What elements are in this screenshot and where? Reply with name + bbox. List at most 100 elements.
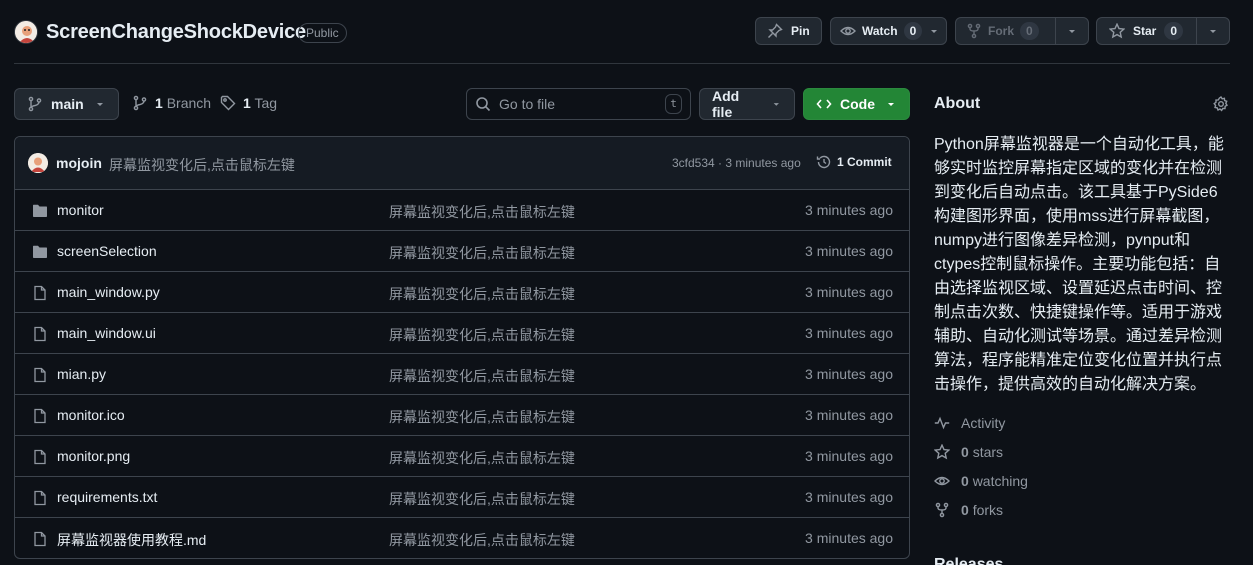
latest-commit-bar: mojoin 屏幕监视变化后,点击鼠标左键 3cfd534 · 3 minute…	[15, 137, 909, 190]
branches-link[interactable]: 1 Branch	[132, 95, 211, 111]
file-icon	[34, 531, 46, 547]
file-commit-time: 3 minutes ago	[805, 366, 893, 382]
file-commit-message[interactable]: 屏幕监视变化后,点击鼠标左键	[389, 407, 575, 427]
releases-title[interactable]: Releases	[934, 556, 1003, 565]
file-name-link[interactable]: screenSelection	[57, 243, 157, 259]
commit-message[interactable]: 屏幕监视变化后,点击鼠标左键	[109, 155, 295, 175]
stars-link[interactable]: 0 stars	[934, 444, 1003, 460]
file-icon	[34, 326, 46, 342]
star-counter: 0	[1164, 22, 1184, 40]
watching-link[interactable]: 0 watching	[934, 473, 1028, 489]
file-commit-message[interactable]: 屏幕监视变化后,点击鼠标左键	[389, 202, 575, 222]
file-icon	[34, 449, 46, 465]
star-label: Star	[1133, 24, 1157, 38]
file-commit-message[interactable]: 屏幕监视变化后,点击鼠标左键	[389, 530, 575, 550]
forks-label: forks	[972, 502, 1004, 518]
file-browser: mojoin 屏幕监视变化后,点击鼠标左键 3cfd534 · 3 minute…	[14, 136, 910, 559]
file-commit-message[interactable]: 屏幕监视变化后,点击鼠标左键	[389, 325, 575, 345]
chevron-down-icon	[1210, 30, 1216, 33]
file-icon	[34, 285, 46, 301]
watch-label: Watch	[862, 24, 898, 38]
file-row[interactable]: mian.py 屏幕监视变化后,点击鼠标左键 3 minutes ago	[15, 354, 909, 395]
file-row[interactable]: requirements.txt 屏幕监视变化后,点击鼠标左键 3 minutes …	[15, 477, 909, 518]
about-description: Python屏幕监视器是一个自动化工具，能够实时监控屏幕指定区域的变化并在检测到…	[934, 136, 1224, 393]
watching-count: 0	[961, 473, 969, 489]
activity-label: Activity	[961, 415, 1006, 431]
file-icon	[34, 367, 46, 383]
file-row[interactable]: main_window.py 屏幕监视变化后,点击鼠标左键 3 minutes ag…	[15, 272, 909, 313]
file-row[interactable]: monitor.ico 屏幕监视变化后,点击鼠标左键 3 minutes ago	[15, 395, 909, 436]
commit-sha-time[interactable]: 3cfd534 · 3 minutes ago	[672, 156, 801, 170]
file-commit-time: 3 minutes ago	[805, 407, 893, 423]
branch-selector[interactable]: main	[14, 88, 119, 120]
file-name-link[interactable]: main_window.ui	[57, 325, 156, 341]
file-commit-message[interactable]: 屏幕监视变化后,点击鼠标左键	[389, 489, 575, 509]
file-commit-message[interactable]: 屏幕监视变化后,点击鼠标左键	[389, 243, 575, 263]
file-name-link[interactable]: 屏幕监视器使用教程.md	[57, 530, 206, 550]
file-name-link[interactable]: monitor.ico	[57, 407, 125, 423]
watch-button[interactable]: Watch 0	[830, 17, 947, 45]
folder-icon	[33, 245, 47, 258]
about-title: About	[934, 95, 981, 112]
file-name-link[interactable]: mian.py	[57, 366, 106, 382]
watch-counter: 0	[903, 22, 923, 40]
tags-link[interactable]: 1 Tag	[220, 95, 277, 111]
commit-author-avatar[interactable]	[28, 153, 48, 173]
star-button[interactable]: Star 0	[1096, 17, 1230, 45]
file-row[interactable]: screenSelection 屏幕监视变化后,点击鼠标左键 3 minutes a…	[15, 231, 909, 272]
chevron-down-icon	[888, 103, 894, 106]
file-commit-message[interactable]: 屏幕监视变化后,点击鼠标左键	[389, 448, 575, 468]
file-commit-message[interactable]: 屏幕监视变化后,点击鼠标左键	[389, 284, 575, 304]
pin-button[interactable]: Pin	[755, 17, 822, 45]
star-dropdown[interactable]	[1196, 18, 1229, 44]
commit-author[interactable]: mojoin	[56, 155, 102, 171]
tag-icon	[220, 95, 236, 111]
branch-icon	[133, 95, 147, 111]
star-icon	[934, 444, 950, 460]
forks-count: 0	[961, 502, 969, 518]
file-row[interactable]: main_window.ui 屏幕监视变化后,点击鼠标左键 3 minutes ag…	[15, 313, 909, 354]
go-to-file-input[interactable]: Go to file t	[466, 88, 691, 120]
file-commit-time: 3 minutes ago	[805, 489, 893, 505]
file-commit-time: 3 minutes ago	[805, 202, 893, 218]
file-name-link[interactable]: monitor.png	[57, 448, 130, 464]
fork-label: Fork	[988, 24, 1015, 38]
forks-link[interactable]: 0 forks	[934, 502, 1003, 518]
code-button[interactable]: Code	[803, 88, 910, 120]
code-label: Code	[840, 96, 875, 112]
file-commit-time: 3 minutes ago	[805, 243, 893, 259]
eye-icon	[934, 476, 950, 486]
commits-link[interactable]: 1 Commit	[816, 154, 892, 170]
fork-icon	[967, 23, 981, 39]
branches-count: 1	[155, 95, 163, 111]
file-row[interactable]: 屏幕监视器使用教程.md 屏幕监视变化后,点击鼠标左键 3 minutes ago	[15, 518, 909, 558]
file-icon	[34, 490, 46, 506]
commits-label: 1 Commit	[837, 155, 892, 169]
file-list: monitor 屏幕监视变化后,点击鼠标左键 3 minutes ago screen…	[15, 190, 909, 558]
fork-button[interactable]: Fork 0	[955, 17, 1089, 45]
repo-name-link[interactable]: ScreenChangeShockDevice	[46, 21, 306, 44]
file-row[interactable]: monitor.png 屏幕监视变化后,点击鼠标左键 3 minutes ago	[15, 436, 909, 477]
file-name-link[interactable]: monitor	[57, 202, 104, 218]
owner-avatar[interactable]	[14, 20, 38, 44]
file-name-link[interactable]: requirements.txt	[57, 489, 157, 505]
gear-icon[interactable]	[1213, 96, 1229, 112]
file-name-link[interactable]: main_window.py	[57, 284, 160, 300]
fork-counter: 0	[1020, 22, 1039, 40]
add-file-button[interactable]: Add file	[699, 88, 795, 120]
watching-label: watching	[972, 473, 1028, 489]
fork-icon	[935, 502, 949, 518]
chevron-down-icon	[931, 30, 938, 33]
search-icon	[476, 97, 491, 112]
fork-dropdown[interactable]	[1055, 18, 1088, 44]
activity-link[interactable]: Activity	[934, 415, 1005, 431]
file-row[interactable]: monitor 屏幕监视变化后,点击鼠标左键 3 minutes ago	[15, 190, 909, 231]
chevron-down-icon	[774, 103, 780, 106]
star-icon	[1109, 23, 1125, 39]
pulse-icon	[934, 416, 950, 430]
file-commit-time: 3 minutes ago	[805, 448, 893, 464]
file-commit-message[interactable]: 屏幕监视变化后,点击鼠标左键	[389, 366, 575, 386]
file-commit-time: 3 minutes ago	[805, 325, 893, 341]
file-commit-time: 3 minutes ago	[805, 284, 893, 300]
file-commit-time: 3 minutes ago	[805, 530, 893, 546]
